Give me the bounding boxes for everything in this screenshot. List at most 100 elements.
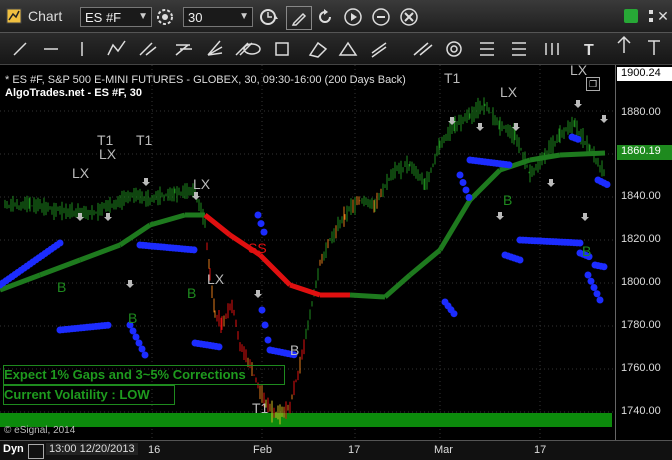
polyline-icon[interactable] [107,40,126,56]
triangle-icon[interactable] [338,41,358,56]
trend-band [203,213,232,237]
support-dot [264,336,272,344]
signal-label: T1 [444,70,461,86]
support-dot [56,239,64,247]
support-dot [132,333,140,341]
link-icon[interactable] [372,8,390,26]
diamond-icon[interactable] [308,41,328,58]
y-tick: 1820.00 [621,233,661,245]
support-dot [603,181,611,188]
signal-label: B [128,310,137,326]
signal-label: B [290,342,299,358]
channel-icon[interactable] [139,42,157,56]
support-dot [593,290,601,298]
y-tick: 1840.00 [621,190,661,202]
text-tool-icon[interactable]: T [584,42,594,59]
price-chart[interactable]: T1 LX T1 LX LX SS LX B B B B T1 LX LX T1 B B * ES #F, S&… [0,65,615,440]
fibonacci-icon[interactable] [175,44,192,56]
signal-label: B [57,279,66,295]
maximize-icon[interactable]: ❐ [586,77,600,91]
arrow-marker [142,178,150,186]
y-tick: 1880.00 [621,106,661,118]
cursor-date-label: 13:00 12/20/2013 [46,443,138,455]
support-dot [590,284,598,291]
copyright-label: © eSignal, 2014 [4,425,76,436]
support-dot [138,345,146,353]
signal-label: LX [99,146,117,162]
trend-band [559,150,606,158]
trend-band [408,248,442,277]
fan-icon[interactable] [207,40,223,56]
support-dot [596,296,604,304]
list-lines-icon[interactable] [480,42,494,56]
close-window-icon[interactable]: ✕ [656,8,670,24]
lock-date-icon[interactable] [28,444,44,459]
support-dot [505,161,513,169]
refresh-icon[interactable] [316,8,334,26]
time-axis[interactable]: Dyn 13:00 12/20/2013 16 Feb 17 Mar 17 [0,440,672,460]
trend-band [383,273,412,299]
interval-field[interactable]: 30 ▼ [183,7,253,27]
arrow-marker [104,213,112,221]
clock-icon[interactable] [258,7,280,27]
support-dot [450,310,458,318]
x-tick: Mar [434,444,453,456]
price-axis[interactable]: 1900.24 1880.00 1860.19 1840.00 1820.00 … [615,65,672,440]
y-tick: 1800.00 [621,276,661,288]
support-dot [462,186,470,194]
signal-label: LX [72,165,90,181]
y-tick: 1740.00 [621,405,661,417]
support-dot [104,321,112,329]
chevron-down-icon: ▼ [138,11,148,22]
y-tick: 1760.00 [621,362,661,374]
trend-band [118,222,152,248]
arrow-marker [547,179,555,187]
support-dot [516,256,524,264]
current-price-label: 1860.19 [617,145,672,160]
chevron-down-icon: ▼ [239,11,249,22]
settings-gear-icon[interactable] [156,8,174,26]
symbol-value: ES #F [85,10,122,25]
support-dot [587,277,595,285]
signal-label: T1 [136,132,153,148]
regression-icon[interactable] [413,42,433,56]
arrow-marker [512,123,520,131]
arrow-marker [574,100,582,108]
signal-label: LX [207,271,225,287]
cycle-lines-icon[interactable] [545,43,559,55]
support-dot [459,179,467,186]
dyn-label[interactable]: Dyn [3,443,24,455]
chart-title-line: AlgoTrades.net - ES #F, 30 [5,87,142,99]
pencil-icon[interactable] [286,6,312,30]
support-dot [129,327,137,335]
arrow-up-icon[interactable] [617,35,631,53]
title-bar: Chart ES #F ▼ 30 ▼ ✕ [0,0,672,33]
symbol-info-line: * ES #F, S&P 500 E-MINI FUTURES - GLOBEX… [5,74,406,86]
top-price-label: 1900.24 [617,67,672,81]
trendline-icon[interactable] [13,42,27,56]
support-dot [574,135,582,143]
arrow-marker [600,115,608,123]
trend-band [149,212,186,228]
arrow-marker [76,213,84,221]
close-icon[interactable] [400,8,418,26]
arrow-marker [581,213,589,221]
support-dot [258,306,266,314]
signal-label: T1 [252,400,269,416]
circle-icon[interactable] [446,41,462,57]
interval-value: 30 [188,10,203,25]
signal-label: B [582,243,591,259]
support-dot [260,228,268,236]
signal-label: B [503,192,512,208]
pin-icon[interactable] [648,40,660,55]
parallel-lines-icon[interactable] [371,42,387,58]
text-lines-icon[interactable] [512,42,526,56]
support-dot [141,351,149,359]
symbol-field[interactable]: ES #F ▼ [80,7,152,27]
arrow-marker [126,280,134,288]
arrow-marker [496,212,504,220]
lock-icon[interactable] [624,9,638,23]
play-icon[interactable] [344,8,362,26]
arrow-marker [254,290,262,298]
rectangle-icon[interactable] [275,42,289,56]
